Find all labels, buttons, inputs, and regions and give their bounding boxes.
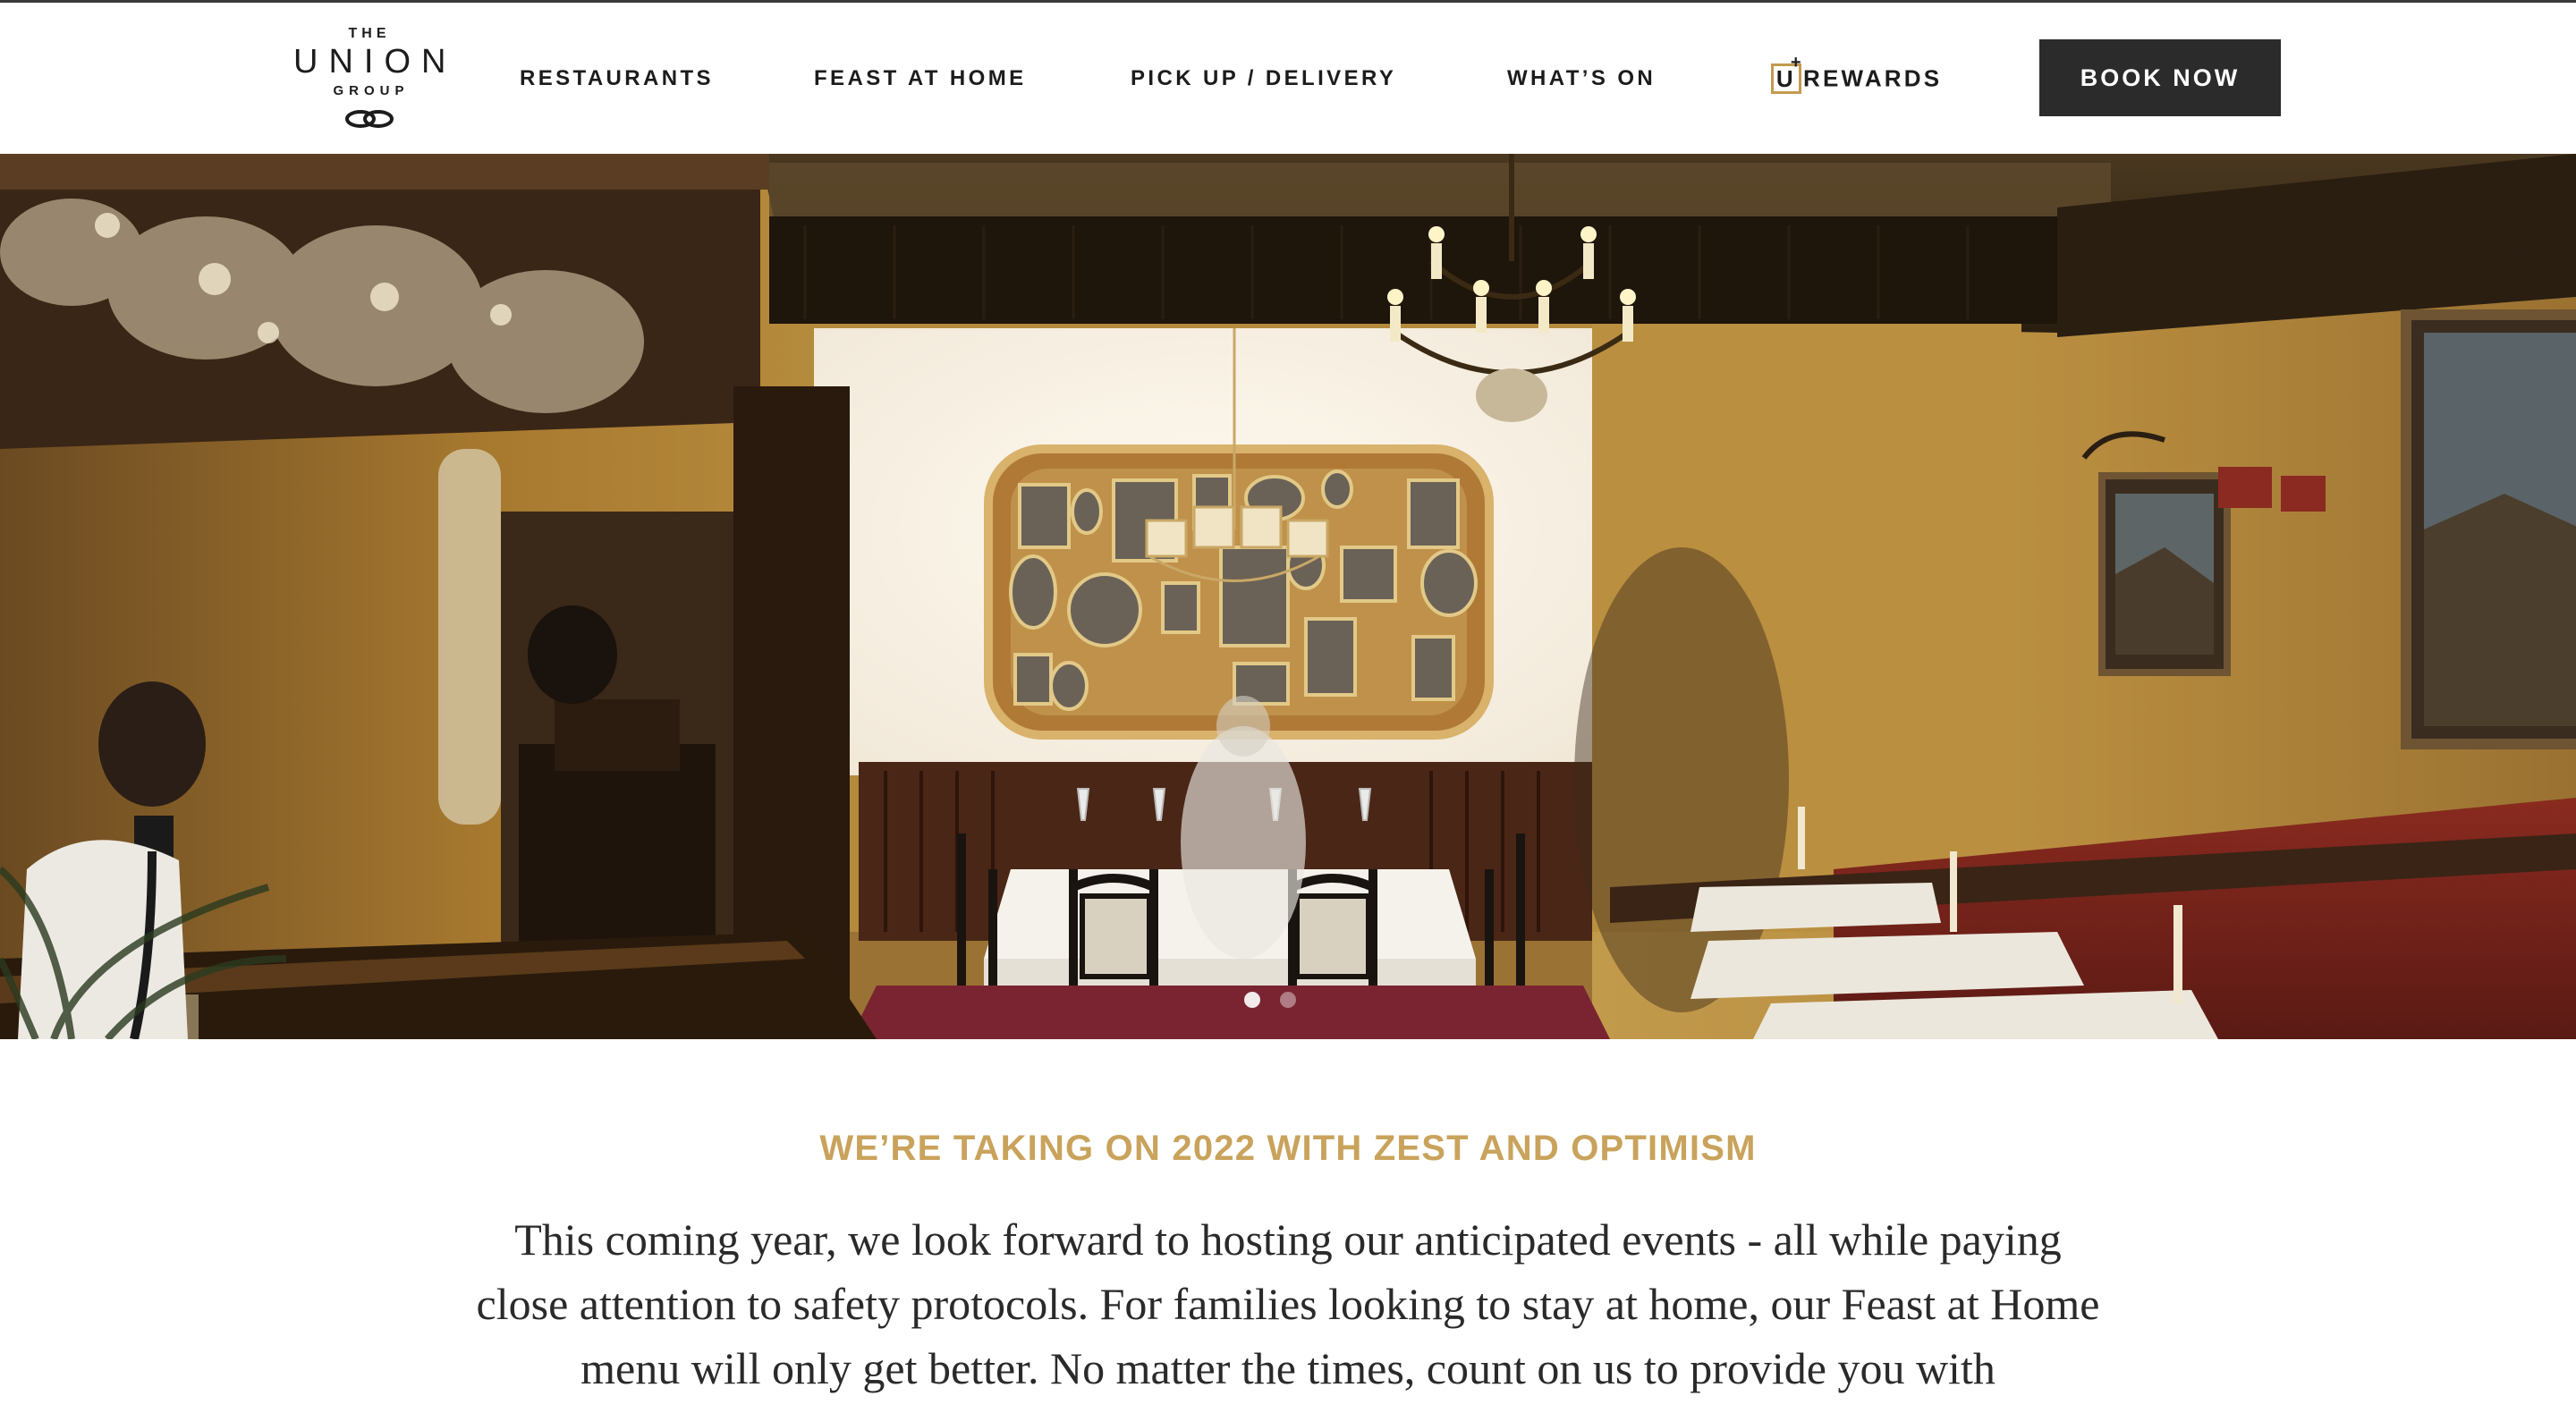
nav-feast-at-home[interactable]: FEAST AT HOME (814, 3, 1027, 154)
nav-pickup-delivery[interactable]: PICK UP / DELIVERY (1131, 3, 1396, 154)
hero-carousel[interactable] (0, 154, 2576, 1039)
nav-whats-on-label: WHAT’S ON (1507, 65, 1657, 90)
nav-restaurants[interactable]: RESTAURANTS (520, 3, 714, 154)
section-headline: WE’RE TAKING ON 2022 WITH ZEST AND OPTIM… (819, 1129, 1757, 1168)
hero-image-restaurant-interior (0, 154, 2576, 1039)
nav-feast-at-home-label: FEAST AT HOME (814, 65, 1027, 90)
logo-group: GROUP (333, 83, 410, 98)
nav-pickup-delivery-label: PICK UP / DELIVERY (1131, 65, 1397, 90)
carousel-dot-2[interactable] (1277, 989, 1299, 1011)
nav-urewards-label: REWARDS (1803, 64, 1943, 91)
site-header: THE UNION GROUP RESTAURANTS FEAST AT HOM… (0, 3, 2576, 154)
chain-link-icon (345, 110, 394, 128)
urewards-icon: U + (1771, 54, 1801, 94)
nav-restaurants-label: RESTAURANTS (520, 65, 714, 90)
carousel-dot-1[interactable] (1241, 989, 1263, 1011)
union-group-logo[interactable]: THE UNION GROUP (284, 22, 454, 139)
logo-union: UNION (293, 43, 457, 80)
logo-the: THE (348, 26, 391, 41)
nav-urewards[interactable]: U + REWARDS (1771, 3, 1942, 154)
section-body-text: This coming year, we look forward to hos… (476, 1214, 2100, 1393)
book-now-button[interactable]: BOOK NOW (2039, 39, 2281, 116)
nav-whats-on[interactable]: WHAT’S ON (1507, 3, 1656, 154)
